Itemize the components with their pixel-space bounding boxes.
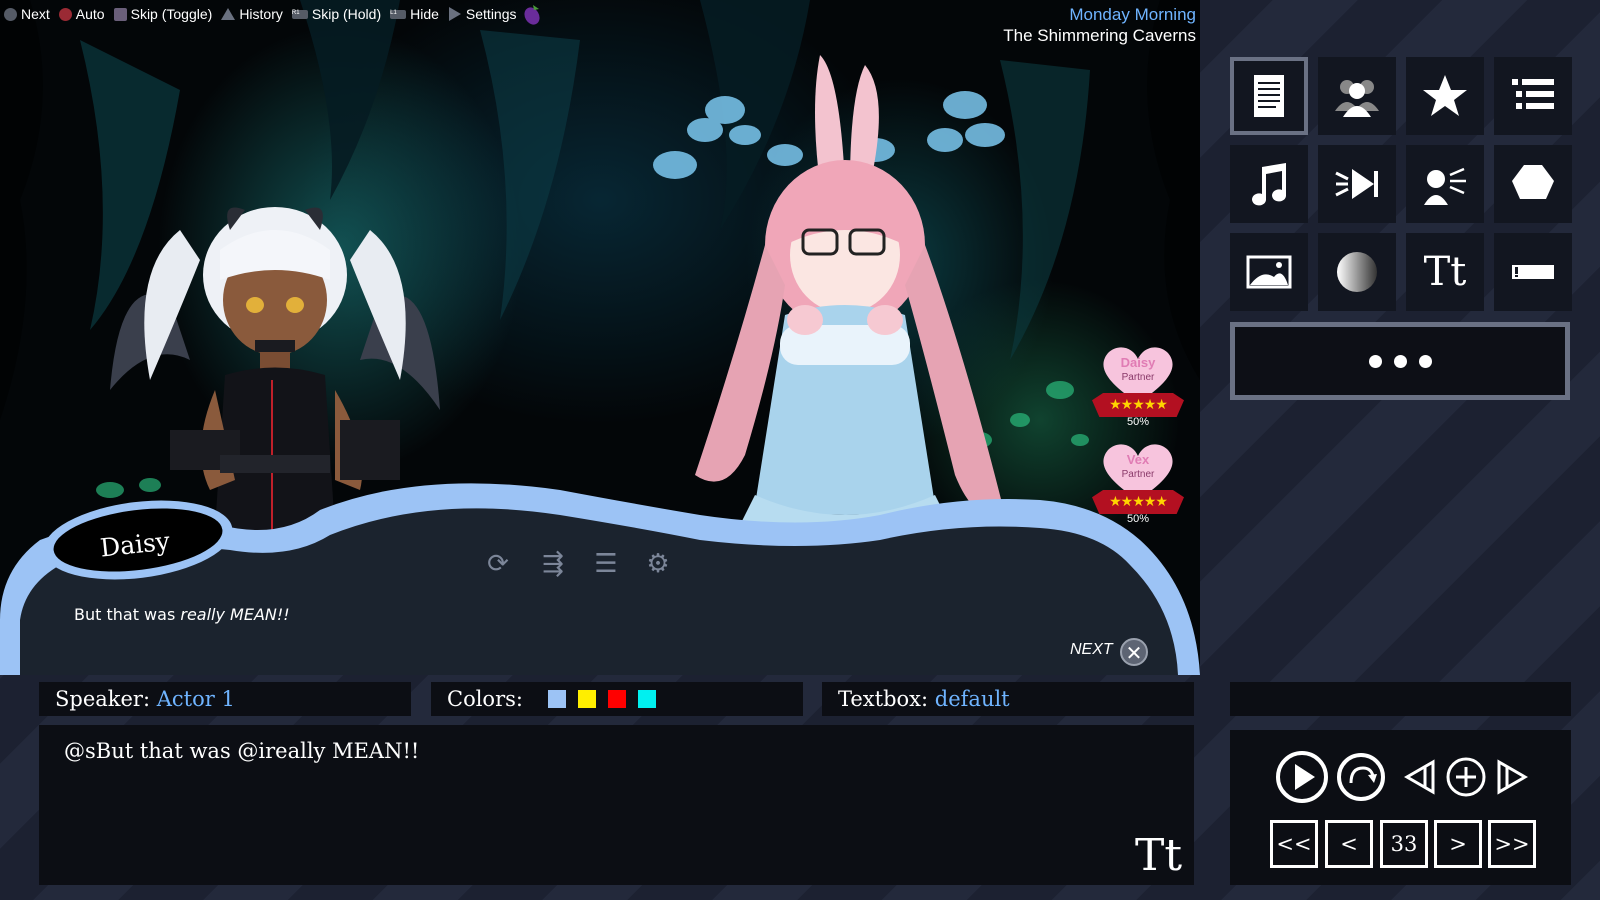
r1-button-icon: R1 (291, 9, 308, 19)
prev-page-button[interactable]: < (1325, 820, 1373, 868)
add-icon[interactable] (1443, 750, 1489, 804)
affection-name: Vex (1126, 452, 1150, 467)
colors-field: Colors: (431, 682, 803, 716)
hint-next-label: Next (21, 6, 50, 22)
hint-auto-label: Auto (75, 6, 105, 22)
shape-button[interactable] (1494, 145, 1572, 223)
skip-icon[interactable]: ⇶ (535, 549, 571, 579)
colors-field-label: Colors: (447, 687, 523, 711)
hint-skip-toggle-label: Skip (Toggle) (130, 6, 213, 22)
hint-history-label: History (239, 6, 283, 22)
history-list-icon[interactable]: ☰ (588, 549, 624, 579)
shape-icon (1512, 165, 1554, 199)
next-button-icon[interactable]: ✕ (1120, 638, 1148, 666)
next-icon[interactable] (1493, 750, 1529, 804)
voice-icon (1424, 167, 1466, 205)
affection-role: Partner (1121, 372, 1155, 383)
eggplant-icon (523, 5, 540, 25)
affection-percent: 50% (1126, 416, 1150, 428)
characters-button[interactable] (1318, 57, 1396, 135)
circle-button-icon (58, 7, 72, 21)
triangle-button-icon (221, 8, 236, 20)
hint-auto[interactable]: Auto (58, 6, 105, 22)
text-style-button[interactable]: Tt (1406, 233, 1484, 311)
time-of-day: Monday Morning (1003, 4, 1196, 25)
color-swatch-cyan[interactable] (638, 689, 657, 708)
script-text: @sBut that was @ireally MEAN!! (64, 739, 420, 763)
voice-button[interactable] (1406, 145, 1484, 223)
period-label: Morning (1134, 5, 1196, 24)
hint-settings[interactable]: Settings (448, 3, 543, 25)
sound-effect-button[interactable] (1318, 145, 1396, 223)
hint-hide[interactable]: L1 Hide (390, 6, 439, 22)
page-number[interactable]: 33 (1380, 820, 1428, 868)
select-button-icon (448, 7, 461, 21)
play-icon[interactable] (1275, 750, 1329, 804)
document-icon (1254, 75, 1284, 117)
script-editor[interactable]: @sBut that was @ireally MEAN!! Tt (39, 725, 1194, 885)
time-location-display: Monday Morning The Shimmering Caverns (1003, 4, 1196, 46)
speaker-field-label: Speaker: (55, 687, 151, 711)
last-page-button[interactable]: >> (1488, 820, 1536, 868)
game-scene[interactable]: Next Auto Skip (Toggle) History R1 Skip … (0, 0, 1200, 675)
previous-icon[interactable] (1403, 750, 1439, 804)
affection-stars: ★★★★★ (1092, 393, 1184, 417)
dialog-text-italic: really MEAN!! (180, 605, 290, 624)
list-button[interactable] (1494, 57, 1572, 135)
textbox-field-label: Textbox: (838, 687, 929, 711)
first-page-button[interactable]: << (1270, 820, 1318, 868)
lighting-button[interactable] (1318, 233, 1396, 311)
repeat-icon[interactable]: ⟳ (480, 549, 516, 579)
day-label: Monday (1069, 5, 1130, 24)
speaker-field-value: Actor 1 (156, 687, 235, 711)
affection-badge-daisy: Daisy Partner ★★★★★ 50% (1088, 345, 1188, 435)
more-button[interactable] (1230, 322, 1570, 400)
redo-icon[interactable] (1335, 750, 1387, 804)
textbox-field-value: default (934, 687, 1010, 711)
dot-icon (1368, 354, 1382, 368)
dialog-text-plain: But that was (74, 605, 181, 624)
characters-icon (1335, 80, 1379, 117)
star-icon (1423, 75, 1467, 116)
textbox-field[interactable]: Textbox: default (822, 682, 1194, 716)
text-style-icon: Tt (1423, 249, 1467, 295)
hint-skip-toggle[interactable]: Skip (Toggle) (113, 6, 213, 22)
color-swatch-yellow[interactable] (578, 689, 597, 708)
dialog-text: But that was really MEAN!! (74, 605, 290, 624)
settings-gears-icon[interactable]: ⚙ (640, 549, 676, 579)
controls-hint-bar: Next Auto Skip (Toggle) History R1 Skip … (4, 3, 548, 25)
hint-skip-hold-label: Skip (Hold) (311, 6, 382, 22)
sound-effect-icon (1335, 169, 1378, 199)
speaker-field[interactable]: Speaker: Actor 1 (39, 682, 411, 716)
next-label[interactable]: NEXT (1070, 641, 1113, 659)
hint-hide-label: Hide (410, 6, 439, 22)
list-icon (1512, 79, 1554, 109)
l1-button-icon: L1 (390, 9, 407, 19)
square-button-icon (113, 7, 127, 21)
hint-next[interactable]: Next (4, 6, 50, 22)
hint-settings-label: Settings (465, 6, 517, 22)
next-page-button[interactable]: > (1434, 820, 1482, 868)
lighting-icon (1337, 252, 1377, 292)
dot-icon (1393, 354, 1407, 368)
background-image-button[interactable] (1230, 233, 1308, 311)
playback-panel: << < 33 > >> (1230, 730, 1571, 885)
cross-button-icon (4, 7, 17, 21)
color-swatch-red[interactable] (608, 689, 627, 708)
textbox-button[interactable] (1494, 233, 1572, 311)
affection-name: Daisy (1120, 355, 1156, 370)
font-style-icon[interactable]: Tt (1135, 830, 1182, 881)
right-info-bar (1230, 682, 1571, 716)
hint-history[interactable]: History (221, 6, 283, 22)
color-swatch-light-blue[interactable] (548, 689, 567, 708)
textbox-icon (1512, 265, 1554, 279)
location-label: The Shimmering Caverns (1003, 26, 1196, 45)
dot-icon (1418, 354, 1432, 368)
hint-skip-hold[interactable]: R1 Skip (Hold) (291, 6, 382, 22)
music-button[interactable] (1230, 145, 1308, 223)
background-image-icon (1246, 255, 1292, 289)
document-button[interactable] (1230, 57, 1308, 135)
music-note-icon (1252, 163, 1287, 206)
star-button[interactable] (1406, 57, 1484, 135)
